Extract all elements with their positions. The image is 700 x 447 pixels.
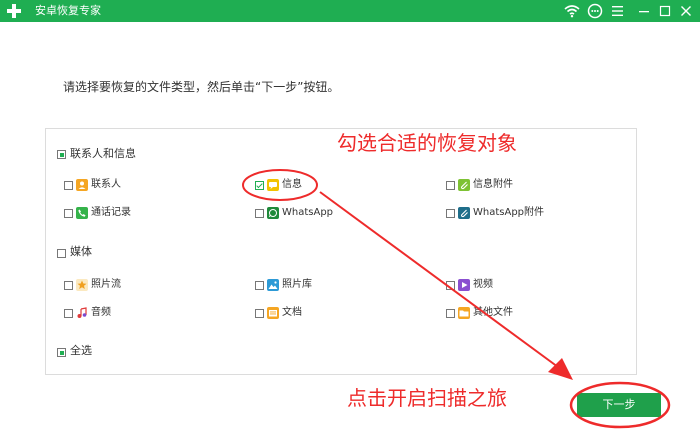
next-button-highlight-ellipse [569, 381, 671, 429]
messages-highlight-ellipse [242, 169, 318, 201]
annotation-arrow-line [319, 191, 559, 368]
annotation-overlay [242, 169, 671, 429]
